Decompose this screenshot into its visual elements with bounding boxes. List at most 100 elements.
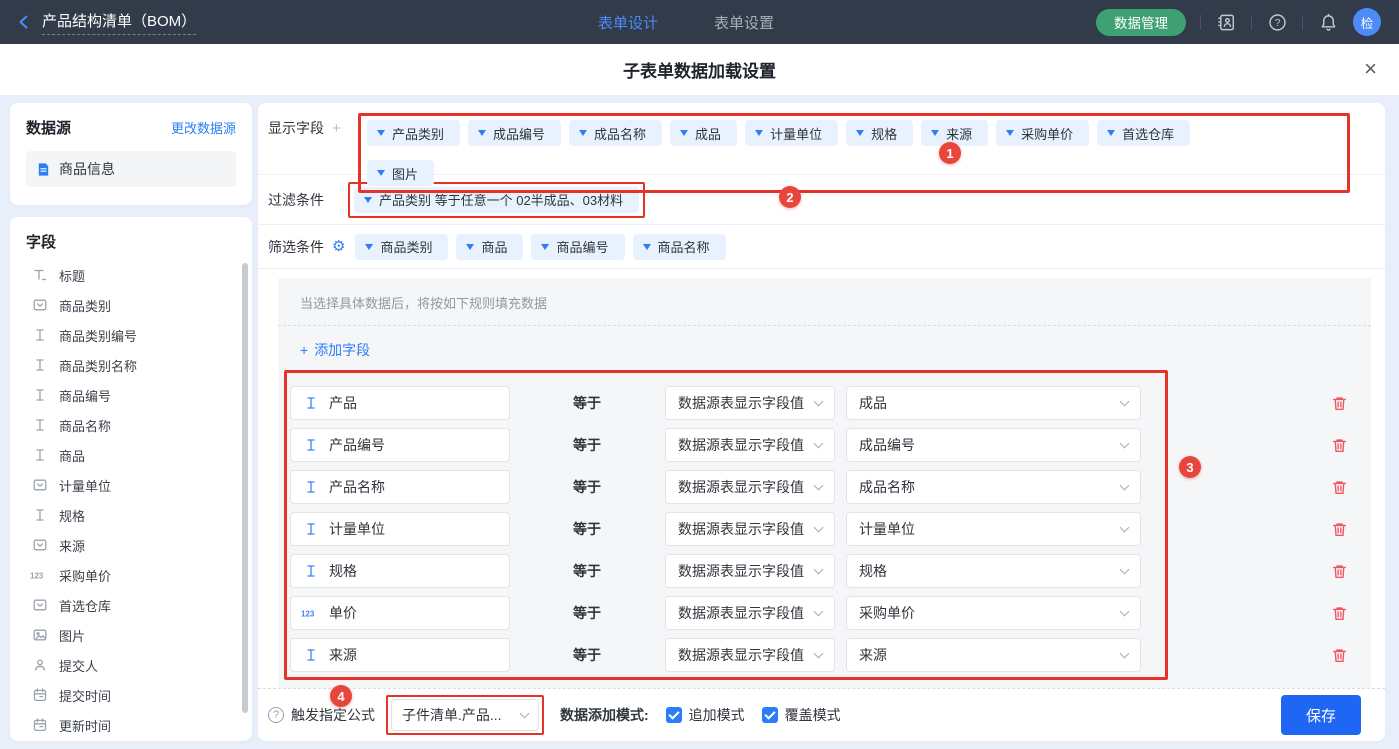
text-field-icon — [301, 479, 320, 495]
sidebar-field-item[interactable]: 计量单位 — [26, 470, 242, 500]
sidebar-field-item[interactable]: 图片 — [26, 620, 242, 650]
chevron-down-icon — [1120, 564, 1130, 574]
contacts-icon[interactable] — [1215, 11, 1237, 33]
target-field-input[interactable]: 产品名称 — [290, 470, 510, 504]
source-field-select[interactable]: 采购单价 — [846, 596, 1141, 630]
sidebar-field-item[interactable]: 提交人 — [26, 650, 242, 680]
chevron-down-icon — [814, 564, 824, 574]
sidebar-field-item[interactable]: 来源 — [26, 530, 242, 560]
checkbox-checked-icon[interactable] — [666, 707, 682, 723]
text-field-icon — [30, 357, 49, 373]
sidebar-field-item[interactable]: 商品名称 — [26, 410, 242, 440]
source-type-select[interactable]: 数据源表显示字段值 — [665, 428, 835, 462]
mode-checkbox-overwrite[interactable]: 覆盖模式 — [762, 705, 841, 725]
target-field-name: 单价 — [329, 603, 357, 623]
screen-filter-chip[interactable]: 商品 — [456, 234, 523, 260]
chevron-down-icon — [520, 708, 530, 718]
source-type-select[interactable]: 数据源表显示字段值 — [665, 512, 835, 546]
formula-select[interactable]: 子件清单.产品... — [391, 699, 539, 731]
source-type-select[interactable]: 数据源表显示字段值 — [665, 554, 835, 588]
target-field-name: 产品 — [329, 393, 357, 413]
sidebar-field-item[interactable]: 标题 — [26, 260, 242, 290]
source-type-select[interactable]: 数据源表显示字段值 — [665, 386, 835, 420]
source-type-select[interactable]: 数据源表显示字段值 — [665, 596, 835, 630]
add-field-link[interactable]: + 添加字段 — [278, 326, 392, 374]
display-field-chip[interactable]: 首选仓库 — [1097, 120, 1190, 146]
source-field-select[interactable]: 规格 — [846, 554, 1141, 588]
target-field-input[interactable]: 来源 — [290, 638, 510, 672]
sidebar-field-item[interactable]: 规格 — [26, 500, 242, 530]
display-field-chip[interactable]: 成品 — [670, 120, 737, 146]
source-field-select[interactable]: 成品名称 — [846, 470, 1141, 504]
sidebar-field-item[interactable]: 123采购单价 — [26, 560, 242, 590]
source-type-select[interactable]: 数据源表显示字段值 — [665, 638, 835, 672]
change-datasource-link[interactable]: 更改数据源 — [171, 118, 236, 137]
add-display-field-icon[interactable]: + — [332, 120, 341, 137]
sidebar-field-item[interactable]: 商品类别编号 — [26, 320, 242, 350]
chip-label: 计量单位 — [770, 124, 822, 143]
delete-rule-button[interactable] — [1331, 437, 1348, 454]
screen-filter-chip[interactable]: 商品编号 — [531, 234, 624, 260]
delete-rule-button[interactable] — [1331, 395, 1348, 412]
screen-filter-chip[interactable]: 商品名称 — [633, 234, 726, 260]
text-field-icon — [30, 507, 49, 523]
display-field-chip[interactable]: 成品编号 — [468, 120, 561, 146]
target-field-input[interactable]: 产品 — [290, 386, 510, 420]
mode-checkbox-append[interactable]: 追加模式 — [666, 705, 745, 725]
delete-rule-button[interactable] — [1331, 479, 1348, 496]
data-manage-button[interactable]: 数据管理 — [1096, 9, 1186, 36]
tab-form-design[interactable]: 表单设计 — [598, 12, 658, 33]
delete-rule-button[interactable] — [1331, 605, 1348, 622]
display-field-chip[interactable]: 图片 — [367, 160, 434, 186]
display-field-chip[interactable]: 产品类别 — [367, 120, 460, 146]
source-field-value: 规格 — [859, 561, 1121, 581]
datasource-item[interactable]: 商品信息 — [26, 151, 236, 187]
sidebar-field-item[interactable]: 提交时间 — [26, 680, 242, 710]
back-button[interactable] — [16, 14, 32, 30]
target-field-input[interactable]: 123单价 — [290, 596, 510, 630]
save-button[interactable]: 保存 — [1281, 695, 1361, 735]
formula-help-icon[interactable]: ? — [268, 707, 284, 723]
annotation-box-4: 子件清单.产品... — [386, 695, 544, 735]
operator-label: 等于 — [573, 603, 633, 623]
select-field-icon — [30, 537, 49, 553]
delete-rule-button[interactable] — [1331, 521, 1348, 538]
sidebar-field-label: 图片 — [59, 626, 85, 645]
display-field-chip[interactable]: 采购单价 — [996, 120, 1089, 146]
display-field-chip[interactable]: 规格 — [846, 120, 913, 146]
source-field-select[interactable]: 计量单位 — [846, 512, 1141, 546]
chip-label: 商品编号 — [556, 237, 608, 256]
sidebar-field-item[interactable]: 首选仓库 — [26, 590, 242, 620]
source-field-select[interactable]: 成品编号 — [846, 428, 1141, 462]
source-field-select[interactable]: 成品 — [846, 386, 1141, 420]
notification-bell-icon[interactable] — [1317, 11, 1339, 33]
sidebar-field-item[interactable]: 更新时间 — [26, 710, 242, 740]
sidebar-scrollbar[interactable] — [242, 263, 248, 713]
display-field-chip[interactable]: 成品名称 — [569, 120, 662, 146]
target-field-input[interactable]: 产品编号 — [290, 428, 510, 462]
target-field-input[interactable]: 计量单位 — [290, 512, 510, 546]
screen-filter-chip[interactable]: 商品类别 — [355, 234, 448, 260]
help-icon[interactable]: ? — [1266, 11, 1288, 33]
source-type-value: 数据源表显示字段值 — [678, 477, 815, 497]
delete-rule-button[interactable] — [1331, 563, 1348, 580]
target-field-name: 计量单位 — [329, 519, 385, 539]
sidebar-field-item[interactable]: 商品编号 — [26, 380, 242, 410]
sidebar-field-item[interactable]: 商品类别 — [26, 290, 242, 320]
settings-panel: 显示字段 + 产品类别成品编号成品名称成品计量单位规格来源采购单价首选仓库图片1… — [258, 103, 1385, 741]
sidebar-field-item[interactable]: 商品类别名称 — [26, 350, 242, 380]
operator-label: 等于 — [573, 519, 633, 539]
chip-label: 商品类别 — [380, 237, 432, 256]
user-avatar[interactable]: 检 — [1353, 8, 1381, 36]
target-field-input[interactable]: 规格 — [290, 554, 510, 588]
close-icon[interactable]: × — [1364, 58, 1377, 80]
checkbox-checked-icon[interactable] — [762, 707, 778, 723]
tab-form-settings[interactable]: 表单设置 — [714, 12, 774, 33]
source-type-select[interactable]: 数据源表显示字段值 — [665, 470, 835, 504]
delete-rule-button[interactable] — [1331, 647, 1348, 664]
sidebar-field-item[interactable]: 商品 — [26, 440, 242, 470]
display-field-chip[interactable]: 计量单位 — [745, 120, 838, 146]
sidebar-field-label: 商品类别名称 — [59, 356, 137, 375]
gear-icon[interactable]: ⚙ — [332, 239, 345, 254]
source-field-select[interactable]: 来源 — [846, 638, 1141, 672]
